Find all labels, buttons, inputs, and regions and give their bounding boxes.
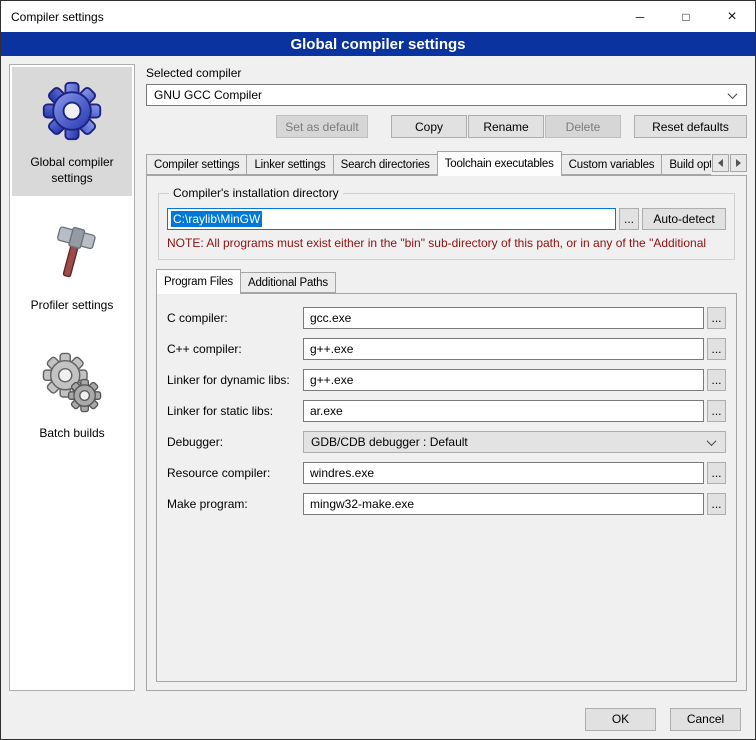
installation-directory-group: Compiler's installation directory C:\ray… bbox=[158, 186, 735, 260]
c-compiler-label: C compiler: bbox=[167, 311, 303, 325]
cpp-compiler-browse-button[interactable]: ... bbox=[707, 338, 726, 360]
cpp-compiler-label: C++ compiler: bbox=[167, 342, 303, 356]
tab-linker-settings[interactable]: Linker settings bbox=[246, 154, 333, 175]
dialog-footer: OK Cancel bbox=[1, 699, 755, 739]
close-icon: × bbox=[727, 8, 736, 26]
dynamic-linker-label: Linker for dynamic libs: bbox=[167, 373, 303, 387]
dynamic-linker-browse-button[interactable]: ... bbox=[707, 369, 726, 391]
note-text: NOTE: All programs must exist either in … bbox=[167, 236, 726, 250]
delete-button[interactable]: Delete bbox=[545, 115, 621, 138]
subtab-additional-paths[interactable]: Additional Paths bbox=[240, 272, 336, 293]
debugger-value: GDB/CDB debugger : Default bbox=[311, 435, 468, 449]
tab-scroll-buttons bbox=[711, 154, 747, 172]
debugger-label: Debugger: bbox=[167, 435, 303, 449]
installation-directory-group-title: Compiler's installation directory bbox=[169, 186, 343, 200]
compiler-settings-dialog: Compiler settings ─ □ × Global compiler … bbox=[0, 0, 756, 740]
tab-search-directories[interactable]: Search directories bbox=[333, 154, 438, 175]
toolchain-executables-panel: Compiler's installation directory C:\ray… bbox=[146, 175, 747, 691]
directory-browse-button[interactable]: ... bbox=[619, 208, 639, 230]
installation-directory-value: C:\raylib\MinGW bbox=[171, 211, 262, 227]
tab-scroll-right-button[interactable] bbox=[730, 154, 747, 172]
sidebar-item-global-compiler-settings[interactable]: Global compiler settings bbox=[12, 67, 132, 196]
copy-button[interactable]: Copy bbox=[391, 115, 467, 138]
c-compiler-input[interactable] bbox=[303, 307, 704, 329]
settings-category-sidebar: Global compiler settings Profiler settin… bbox=[9, 64, 135, 691]
chevron-down-icon bbox=[704, 435, 718, 449]
sidebar-item-label: Batch builds bbox=[39, 426, 104, 442]
installation-directory-row: C:\raylib\MinGW ... Auto-detect bbox=[167, 208, 726, 230]
set-as-default-button[interactable]: Set as default bbox=[276, 115, 368, 138]
resource-compiler-browse-button[interactable]: ... bbox=[707, 462, 726, 484]
make-program-input[interactable] bbox=[303, 493, 704, 515]
make-program-browse-button[interactable]: ... bbox=[707, 493, 726, 515]
minimize-button[interactable]: ─ bbox=[617, 1, 663, 32]
blue-gear-icon bbox=[40, 75, 104, 147]
cancel-button[interactable]: Cancel bbox=[670, 708, 741, 731]
ok-button[interactable]: OK bbox=[585, 708, 656, 731]
resource-compiler-row: Resource compiler: ... bbox=[167, 462, 726, 484]
selected-compiler-label: Selected compiler bbox=[146, 66, 747, 80]
profiler-hammer-icon bbox=[43, 218, 101, 290]
tab-compiler-settings[interactable]: Compiler settings bbox=[146, 154, 247, 175]
reset-defaults-button[interactable]: Reset defaults bbox=[634, 115, 747, 138]
debugger-row: Debugger: GDB/CDB debugger : Default bbox=[167, 431, 726, 453]
make-program-label: Make program: bbox=[167, 497, 303, 511]
rename-button[interactable]: Rename bbox=[468, 115, 544, 138]
program-files-panel: C compiler: ... C++ compiler: ... Linker… bbox=[156, 293, 737, 682]
subtab-program-files[interactable]: Program Files bbox=[156, 269, 241, 294]
dynamic-linker-input[interactable] bbox=[303, 369, 704, 391]
static-linker-row: Linker for static libs: ... bbox=[167, 400, 726, 422]
minimize-icon: ─ bbox=[636, 10, 645, 24]
c-compiler-browse-button[interactable]: ... bbox=[707, 307, 726, 329]
c-compiler-row: C compiler: ... bbox=[167, 307, 726, 329]
sidebar-item-profiler-settings[interactable]: Profiler settings bbox=[12, 210, 132, 324]
compiler-tab-strip: Compiler settings Linker settings Search… bbox=[146, 151, 747, 175]
make-program-row: Make program: ... bbox=[167, 493, 726, 515]
tab-custom-variables[interactable]: Custom variables bbox=[561, 154, 663, 175]
gray-gears-icon bbox=[41, 346, 103, 418]
debugger-select[interactable]: GDB/CDB debugger : Default bbox=[303, 431, 726, 453]
left-arrow-icon bbox=[718, 159, 723, 167]
window-title: Compiler settings bbox=[1, 1, 617, 32]
maximize-button[interactable]: □ bbox=[663, 1, 709, 32]
installation-directory-input[interactable]: C:\raylib\MinGW bbox=[167, 208, 616, 230]
tab-build-options[interactable]: Build options bbox=[661, 154, 711, 175]
title-bar[interactable]: Compiler settings ─ □ × bbox=[1, 1, 755, 32]
tab-scroll-left-button[interactable] bbox=[712, 154, 729, 172]
main-content: Selected compiler GNU GCC Compiler Set a… bbox=[146, 64, 747, 691]
dynamic-linker-row: Linker for dynamic libs: ... bbox=[167, 369, 726, 391]
sidebar-item-batch-builds[interactable]: Batch builds bbox=[12, 338, 132, 452]
right-arrow-icon bbox=[736, 159, 741, 167]
compiler-actions-row: Set as default Copy Rename Delete Reset … bbox=[146, 115, 747, 138]
selected-compiler-value: GNU GCC Compiler bbox=[154, 88, 262, 102]
resource-compiler-label: Resource compiler: bbox=[167, 466, 303, 480]
cpp-compiler-input[interactable] bbox=[303, 338, 704, 360]
chevron-down-icon bbox=[725, 88, 739, 102]
static-linker-input[interactable] bbox=[303, 400, 704, 422]
selected-compiler-dropdown[interactable]: GNU GCC Compiler bbox=[146, 84, 747, 106]
tab-toolchain-executables[interactable]: Toolchain executables bbox=[437, 151, 562, 176]
program-files-tab-strip: Program Files Additional Paths bbox=[156, 269, 737, 293]
auto-detect-button[interactable]: Auto-detect bbox=[642, 208, 726, 230]
resource-compiler-input[interactable] bbox=[303, 462, 704, 484]
sidebar-item-label: Global compiler settings bbox=[15, 155, 129, 186]
dialog-header: Global compiler settings bbox=[1, 32, 755, 56]
subtab-scroll-area: Program Files Additional Paths bbox=[156, 269, 737, 294]
close-button[interactable]: × bbox=[709, 1, 755, 32]
maximize-icon: □ bbox=[682, 10, 689, 24]
static-linker-label: Linker for static libs: bbox=[167, 404, 303, 418]
cpp-compiler-row: C++ compiler: ... bbox=[167, 338, 726, 360]
sidebar-item-label: Profiler settings bbox=[31, 298, 114, 314]
dialog-body: Global compiler settings Profiler settin… bbox=[1, 56, 755, 699]
tab-scroll-area: Compiler settings Linker settings Search… bbox=[146, 151, 711, 176]
static-linker-browse-button[interactable]: ... bbox=[707, 400, 726, 422]
